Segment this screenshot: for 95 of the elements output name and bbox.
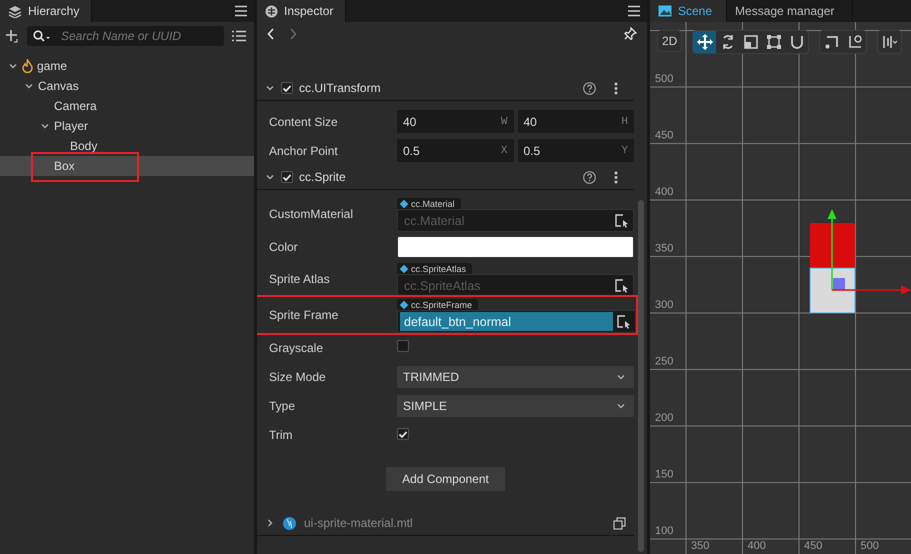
ruler-label: 400 [655,186,674,198]
expand-icon[interactable] [265,83,275,93]
add-component-button[interactable]: Add Component [386,467,505,491]
menu-icon[interactable] [627,5,641,17]
number-field[interactable]: 0.5 Y [518,139,634,162]
ruler-label: 450 [655,130,674,142]
inspector-tab[interactable]: Inspector [257,0,346,22]
property-label: CustomMaterial [269,207,354,221]
expand-icon[interactable] [265,518,275,528]
copy-icon[interactable] [613,516,626,530]
expand-icon[interactable] [40,121,50,131]
ruler-label: 100 [655,525,674,537]
ruler-label: 500 [655,73,674,85]
expand-icon[interactable] [265,172,275,182]
image-icon [658,5,672,17]
asset-type-tag: cc.SpriteAtlas [397,263,472,274]
move-icon [696,34,713,50]
asset-type-tag: cc.Material [397,198,461,209]
search-icon[interactable] [33,30,51,42]
sprite-rect [810,223,855,268]
2d-mode-button[interactable]: 2D [657,30,682,52]
property-label: Trim [269,428,294,442]
material-icon [283,516,296,530]
tree-item[interactable]: game [0,56,254,76]
pin-icon[interactable] [624,27,637,40]
ruler-label: 350 [691,540,710,552]
scale-icon [742,34,759,50]
tree-item[interactable]: Body [0,136,254,156]
color-swatch[interactable] [397,236,634,258]
align-icon [882,34,898,50]
help-icon[interactable] [583,82,596,94]
snap-icon [788,34,805,50]
property-label: Sprite Atlas [269,272,331,286]
help-icon[interactable] [583,170,596,184]
dropdown[interactable]: TRIMMED [397,366,634,388]
flame-icon [22,59,33,73]
number-field[interactable]: 40 W [397,110,514,133]
move-gizmo[interactable] [828,209,911,294]
expand-icon[interactable] [24,81,34,91]
picker-icon[interactable] [615,214,629,228]
checkbox[interactable] [281,82,293,94]
ruler-label: 350 [655,242,674,254]
checkbox[interactable] [281,171,293,183]
ruler-label: 150 [655,468,674,480]
menu-icon[interactable] [234,5,248,17]
scrollbar[interactable] [638,200,644,552]
tree-item[interactable]: Canvas [0,76,254,96]
component-name: cc.Sprite [299,170,347,184]
ruler-label: 200 [655,412,674,424]
property-label: Size Mode [269,370,327,384]
ruler-label: 300 [655,299,674,311]
property-label: Anchor Point [269,144,339,158]
panel-tab[interactable]: Scene [650,0,728,22]
pivot-icon [824,34,840,50]
search-field[interactable]: Search Name or UUID [27,26,224,46]
component-header[interactable]: cc.Sprite [257,165,634,190]
list-icon[interactable] [232,30,246,42]
property-label: Sprite Frame [269,308,340,322]
property-label: Content Size [269,114,339,128]
hierarchy-tab[interactable]: Hierarchy [0,0,92,22]
property-label: Grayscale [269,340,324,354]
number-field[interactable]: 40 H [518,110,634,133]
local-icon [846,34,863,50]
asset-field[interactable]: default_btn_normal [397,310,636,333]
property-label: Color [269,240,299,254]
checkbox[interactable] [397,428,409,440]
more-icon[interactable] [614,170,618,184]
expand-icon[interactable] [8,61,18,71]
ruler-label: 250 [655,356,674,368]
material-header[interactable]: ui-sprite-material.mtl [257,511,634,536]
picker-icon[interactable] [617,314,631,328]
ruler-label: 400 [748,540,766,552]
tree-item[interactable]: Box [0,156,254,176]
inspector-icon [265,4,278,18]
dropdown[interactable]: SIMPLE [397,394,634,416]
tree-item[interactable]: Camera [0,96,254,116]
number-field[interactable]: 0.5 X [397,139,514,162]
picker-icon[interactable] [615,278,629,292]
component-name: cc.UITransform [299,81,382,95]
more-icon[interactable] [614,82,618,94]
tool-button[interactable] [693,31,716,53]
back-icon[interactable] [267,28,275,40]
layers-icon [8,4,22,18]
forward-icon[interactable] [289,28,297,40]
sprite-rect [810,268,856,314]
tree-item[interactable]: Player [0,116,254,136]
checkbox[interactable] [397,340,409,352]
ruler-label: 450 [804,540,822,552]
property-label: Type [269,398,296,412]
component-header[interactable]: cc.UITransform [257,76,634,101]
rect-icon [766,34,782,50]
ruler-label: 500 [860,540,879,552]
add-icon[interactable] [5,28,19,42]
asset-type-tag: cc.SpriteFrame [397,299,478,310]
material-name: ui-sprite-material.mtl [304,516,414,530]
